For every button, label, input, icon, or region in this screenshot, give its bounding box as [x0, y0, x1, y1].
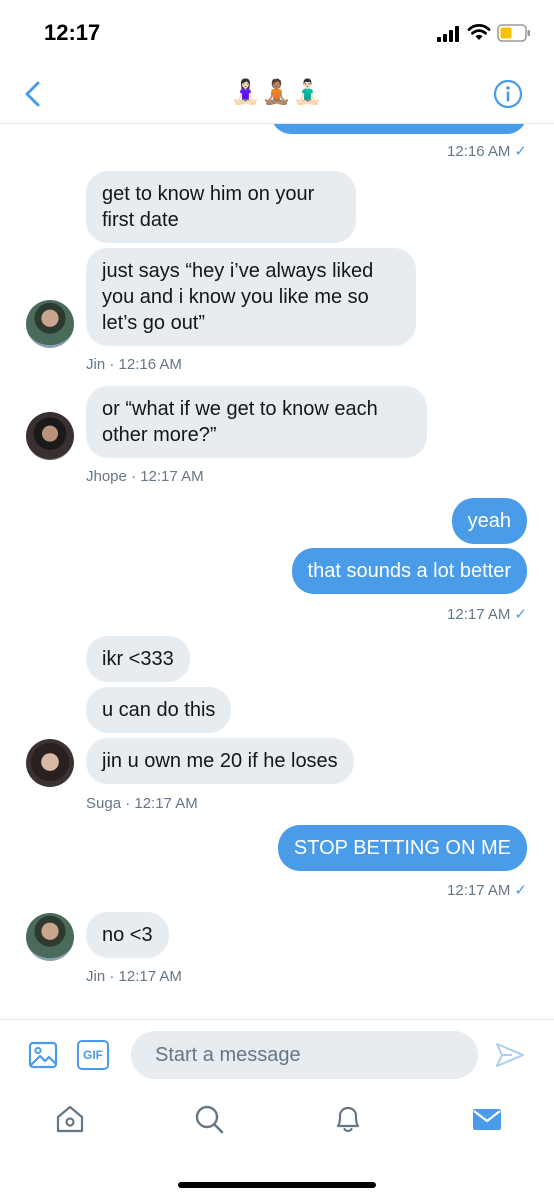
sent-check-icon: ✓ [514, 606, 527, 623]
avatar-suga[interactable] [26, 739, 74, 787]
message-thread[interactable]: 12:16 AM ✓ get to know him on your first … [0, 124, 554, 1019]
message-bubble-sent[interactable]: yeah [451, 498, 527, 544]
message-bubble-sent[interactable]: STOP BETTING ON ME [277, 825, 527, 871]
avatar-jin[interactable] [26, 913, 74, 961]
message-bubble[interactable]: or “what if we get to know each other mo… [86, 386, 427, 458]
image-icon[interactable] [28, 1040, 58, 1070]
gif-button[interactable]: GIF [77, 1040, 109, 1070]
conversation-title[interactable]: 🧘🏻‍♀️🧘🏽🧘🏻‍♂️ [0, 78, 554, 107]
notifications-icon[interactable] [332, 1103, 364, 1135]
sent-check-icon: ✓ [514, 882, 527, 899]
message-meta: 12:17 AM ✓ [447, 882, 527, 899]
search-icon[interactable] [193, 1103, 225, 1135]
message-meta: Jin · 12:16 AM [86, 356, 182, 373]
home-indicator [178, 1182, 376, 1188]
message-bubble[interactable]: ikr <333 [86, 636, 190, 682]
message-bubble[interactable]: no <3 [86, 912, 169, 958]
home-icon[interactable] [54, 1103, 86, 1135]
cellular-signal-icon [437, 26, 459, 42]
message-meta: 12:16 AM ✓ [447, 143, 527, 160]
message-meta: Jhope · 12:17 AM [86, 468, 204, 485]
message-bubble-sent[interactable]: that sounds a lot better [291, 548, 527, 594]
message-meta: 12:17 AM ✓ [447, 606, 527, 623]
message-bubble[interactable]: jin u own me 20 if he loses [86, 738, 354, 784]
message-bubble[interactable]: just says “hey i’ve always liked you and… [86, 248, 416, 346]
message-bubble[interactable]: u can do this [86, 687, 232, 733]
message-meta: Jin · 12:17 AM [86, 968, 182, 985]
status-time: 12:17 [44, 20, 101, 45]
messages-icon[interactable] [471, 1103, 503, 1135]
message-input[interactable] [131, 1031, 478, 1079]
avatar-jin[interactable] [26, 300, 74, 348]
message-meta: Suga · 12:17 AM [86, 795, 198, 812]
status-bar: 12:17 [0, 0, 554, 64]
message-bubble[interactable]: get to know him on your first date [86, 171, 356, 243]
info-icon[interactable] [493, 79, 523, 109]
battery-icon [497, 24, 530, 42]
message-composer: GIF [0, 1019, 554, 1089]
wifi-icon [467, 23, 491, 40]
send-icon[interactable] [495, 1041, 525, 1069]
avatar-jhope[interactable] [26, 412, 74, 460]
sent-check-icon: ✓ [514, 143, 527, 160]
message-bubble-sent-partial[interactable] [271, 124, 527, 134]
tab-bar [0, 1089, 554, 1200]
conversation-header: 🧘🏻‍♀️🧘🏽🧘🏻‍♂️ [0, 64, 554, 124]
